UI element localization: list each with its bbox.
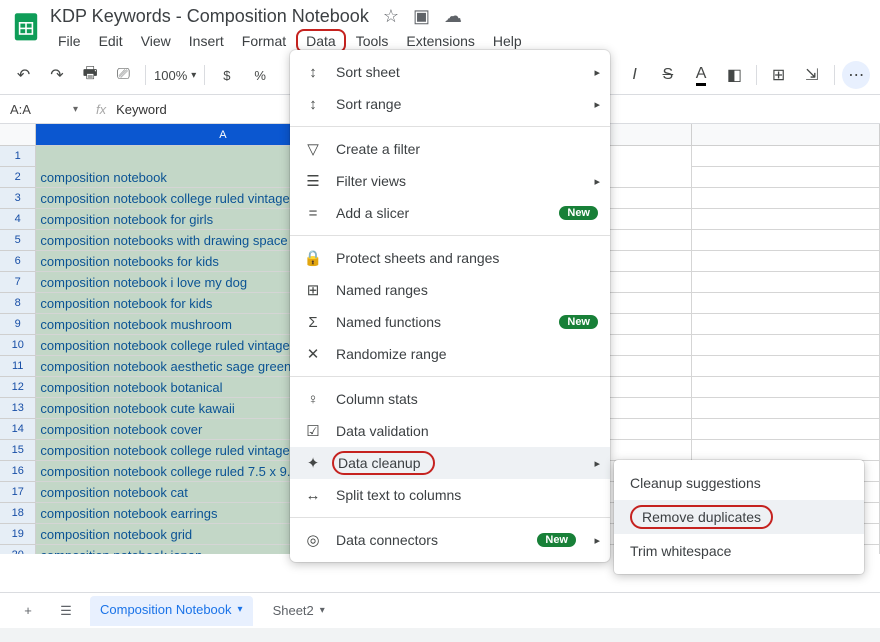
menu-edit[interactable]: Edit xyxy=(91,29,131,53)
row-header[interactable]: 4 xyxy=(0,209,36,230)
menu-insert[interactable]: Insert xyxy=(181,29,232,53)
menu-format[interactable]: Format xyxy=(234,29,294,53)
menu-sort-sheet[interactable]: ↕Sort sheet▸ xyxy=(290,56,610,88)
row-header[interactable]: 11 xyxy=(0,356,36,377)
submenu-trim-whitespace[interactable]: Trim whitespace xyxy=(614,534,864,568)
strikethrough-button[interactable]: S xyxy=(654,61,681,89)
cell[interactable] xyxy=(692,251,880,272)
menu-file[interactable]: File xyxy=(50,29,89,53)
doc-title[interactable]: KDP Keywords - Composition Notebook xyxy=(50,6,369,27)
move-icon[interactable]: ▣ xyxy=(413,6,430,27)
row-header[interactable]: 7 xyxy=(0,272,36,293)
cell[interactable] xyxy=(692,419,880,440)
cell[interactable] xyxy=(692,356,880,377)
undo-button[interactable]: ↶ xyxy=(10,61,37,89)
sheets-logo[interactable] xyxy=(8,8,44,44)
menu-randomize[interactable]: ✕Randomize range xyxy=(290,338,610,370)
menu-data-connectors[interactable]: ◎Data connectorsNew▸ xyxy=(290,524,610,556)
row-header[interactable]: 20 xyxy=(0,545,36,554)
cell[interactable] xyxy=(692,314,880,335)
currency-button[interactable]: $ xyxy=(213,61,240,89)
add-sheet-button[interactable]: + xyxy=(14,597,42,625)
sheet-tab-active[interactable]: Composition Notebook▾ xyxy=(90,596,253,626)
select-all-corner[interactable] xyxy=(0,124,36,146)
row-header[interactable]: 17 xyxy=(0,482,36,503)
sheet-tab-2[interactable]: Sheet2▾ xyxy=(263,597,335,624)
menu-data-cleanup[interactable]: ✦Data cleanup▸ xyxy=(290,447,610,479)
cell[interactable] xyxy=(692,230,880,251)
row-header[interactable]: 15 xyxy=(0,440,36,461)
row-header[interactable]: 19 xyxy=(0,524,36,545)
menu-filter-views[interactable]: ☰Filter views▸ xyxy=(290,165,610,197)
row-header[interactable]: 18 xyxy=(0,503,36,524)
row-header[interactable]: 13 xyxy=(0,398,36,419)
data-cleanup-submenu: Cleanup suggestions Remove duplicates Tr… xyxy=(614,460,864,574)
redo-button[interactable]: ↷ xyxy=(43,61,70,89)
row-header[interactable]: 16 xyxy=(0,461,36,482)
menu-protect[interactable]: 🔒Protect sheets and ranges xyxy=(290,242,610,274)
fx-icon: fx xyxy=(96,102,106,117)
menu-split-text[interactable]: ↔Split text to columns xyxy=(290,479,610,511)
data-menu-dropdown: ↕Sort sheet▸ ↕Sort range▸ ▽Create a filt… xyxy=(290,50,610,562)
cell[interactable] xyxy=(692,188,880,209)
fill-color-button[interactable]: ◧ xyxy=(721,61,748,89)
row-header[interactable]: 3 xyxy=(0,188,36,209)
percent-button[interactable]: % xyxy=(247,61,274,89)
row-header[interactable]: 12 xyxy=(0,377,36,398)
menu-data-validation[interactable]: ☑Data validation xyxy=(290,415,610,447)
cell[interactable] xyxy=(692,293,880,314)
col-header-d[interactable] xyxy=(692,124,880,146)
menu-add-slicer[interactable]: =Add a slicerNew xyxy=(290,197,610,229)
cell[interactable] xyxy=(692,209,880,230)
row-header[interactable]: 10 xyxy=(0,335,36,356)
menu-named-functions[interactable]: ΣNamed functionsNew xyxy=(290,306,610,338)
row-header[interactable]: 6 xyxy=(0,251,36,272)
menu-sort-range[interactable]: ↕Sort range▸ xyxy=(290,88,610,120)
all-sheets-button[interactable]: ☰ xyxy=(52,597,80,625)
menu-named-ranges[interactable]: ⊞Named ranges xyxy=(290,274,610,306)
row-header[interactable]: 14 xyxy=(0,419,36,440)
row-header[interactable]: 1 xyxy=(0,146,36,167)
star-icon[interactable]: ☆ xyxy=(383,6,399,27)
row-header[interactable]: 5 xyxy=(0,230,36,251)
row-header[interactable]: 2 xyxy=(0,167,36,188)
merge-button[interactable]: ⇲ xyxy=(798,61,825,89)
row-header[interactable]: 9 xyxy=(0,314,36,335)
submenu-remove-duplicates[interactable]: Remove duplicates xyxy=(614,500,864,534)
row-header[interactable]: 8 xyxy=(0,293,36,314)
menu-create-filter[interactable]: ▽Create a filter xyxy=(290,133,610,165)
cell[interactable] xyxy=(692,440,880,461)
cell[interactable] xyxy=(692,167,880,188)
menu-view[interactable]: View xyxy=(133,29,179,53)
name-box[interactable]: A:A▾ xyxy=(0,102,86,117)
cell[interactable] xyxy=(692,398,880,419)
cell[interactable] xyxy=(692,377,880,398)
cloud-status-icon: ☁ xyxy=(444,6,462,27)
zoom-select[interactable]: 100%▾ xyxy=(154,68,196,83)
paint-format-button[interactable]: ⎚ xyxy=(110,61,137,89)
menu-column-stats[interactable]: ♀Column stats xyxy=(290,383,610,415)
text-color-button[interactable]: A xyxy=(687,61,714,89)
cell[interactable] xyxy=(692,146,880,167)
borders-button[interactable]: ⊞ xyxy=(765,61,792,89)
formula-bar[interactable]: Keyword xyxy=(116,102,167,117)
cell[interactable] xyxy=(692,272,880,293)
more-toolbar-button[interactable]: ⋯ xyxy=(842,61,869,89)
print-button[interactable]: 🖶 xyxy=(77,61,104,89)
submenu-cleanup-suggestions[interactable]: Cleanup suggestions xyxy=(614,466,864,500)
cell[interactable] xyxy=(692,335,880,356)
italic-button[interactable]: I xyxy=(621,61,648,89)
